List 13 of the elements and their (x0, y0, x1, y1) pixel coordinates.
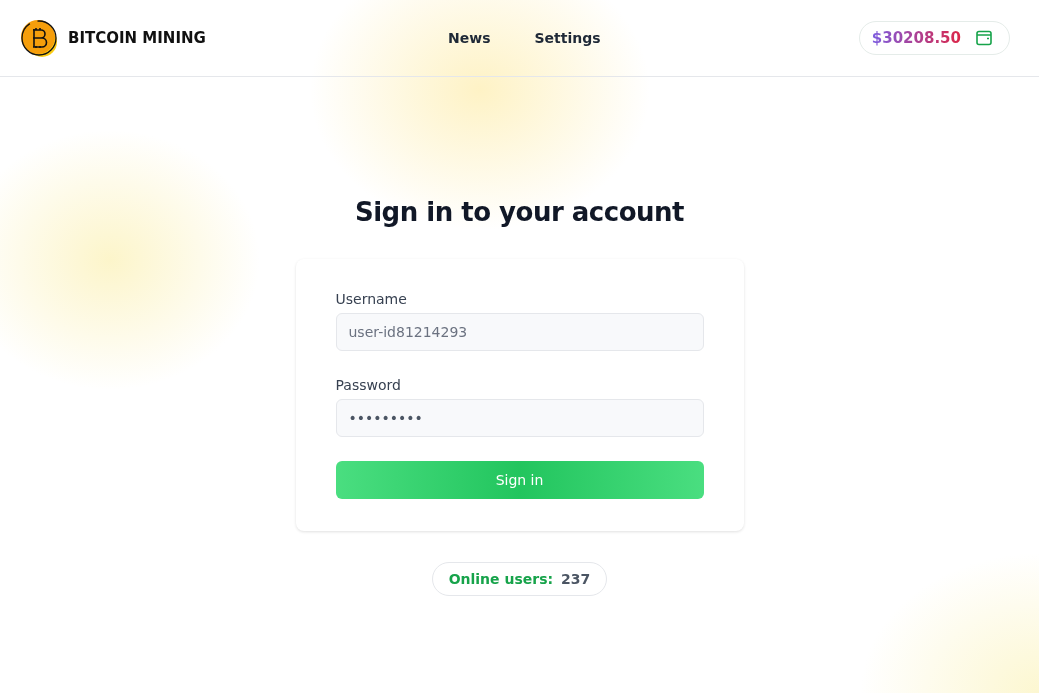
brand-name: BITCOIN MINING (68, 29, 206, 47)
balance-pill[interactable]: $30208.50 (858, 21, 1010, 55)
page-title: Sign in to your account (355, 197, 684, 227)
field-label: Password (335, 377, 402, 393)
online-users-label: Online users: (448, 571, 554, 587)
balance-amount: $30208.50 (871, 29, 961, 47)
nav-link[interactable]: Settings (534, 30, 601, 46)
wallet-icon (975, 29, 993, 47)
input-field[interactable]: ••••••••• (335, 399, 704, 437)
nav-link[interactable]: News (448, 30, 491, 46)
input-field[interactable]: user-id81214293 (335, 313, 704, 351)
field-label: Username (335, 291, 408, 307)
online-users-count: 237 (561, 571, 591, 587)
